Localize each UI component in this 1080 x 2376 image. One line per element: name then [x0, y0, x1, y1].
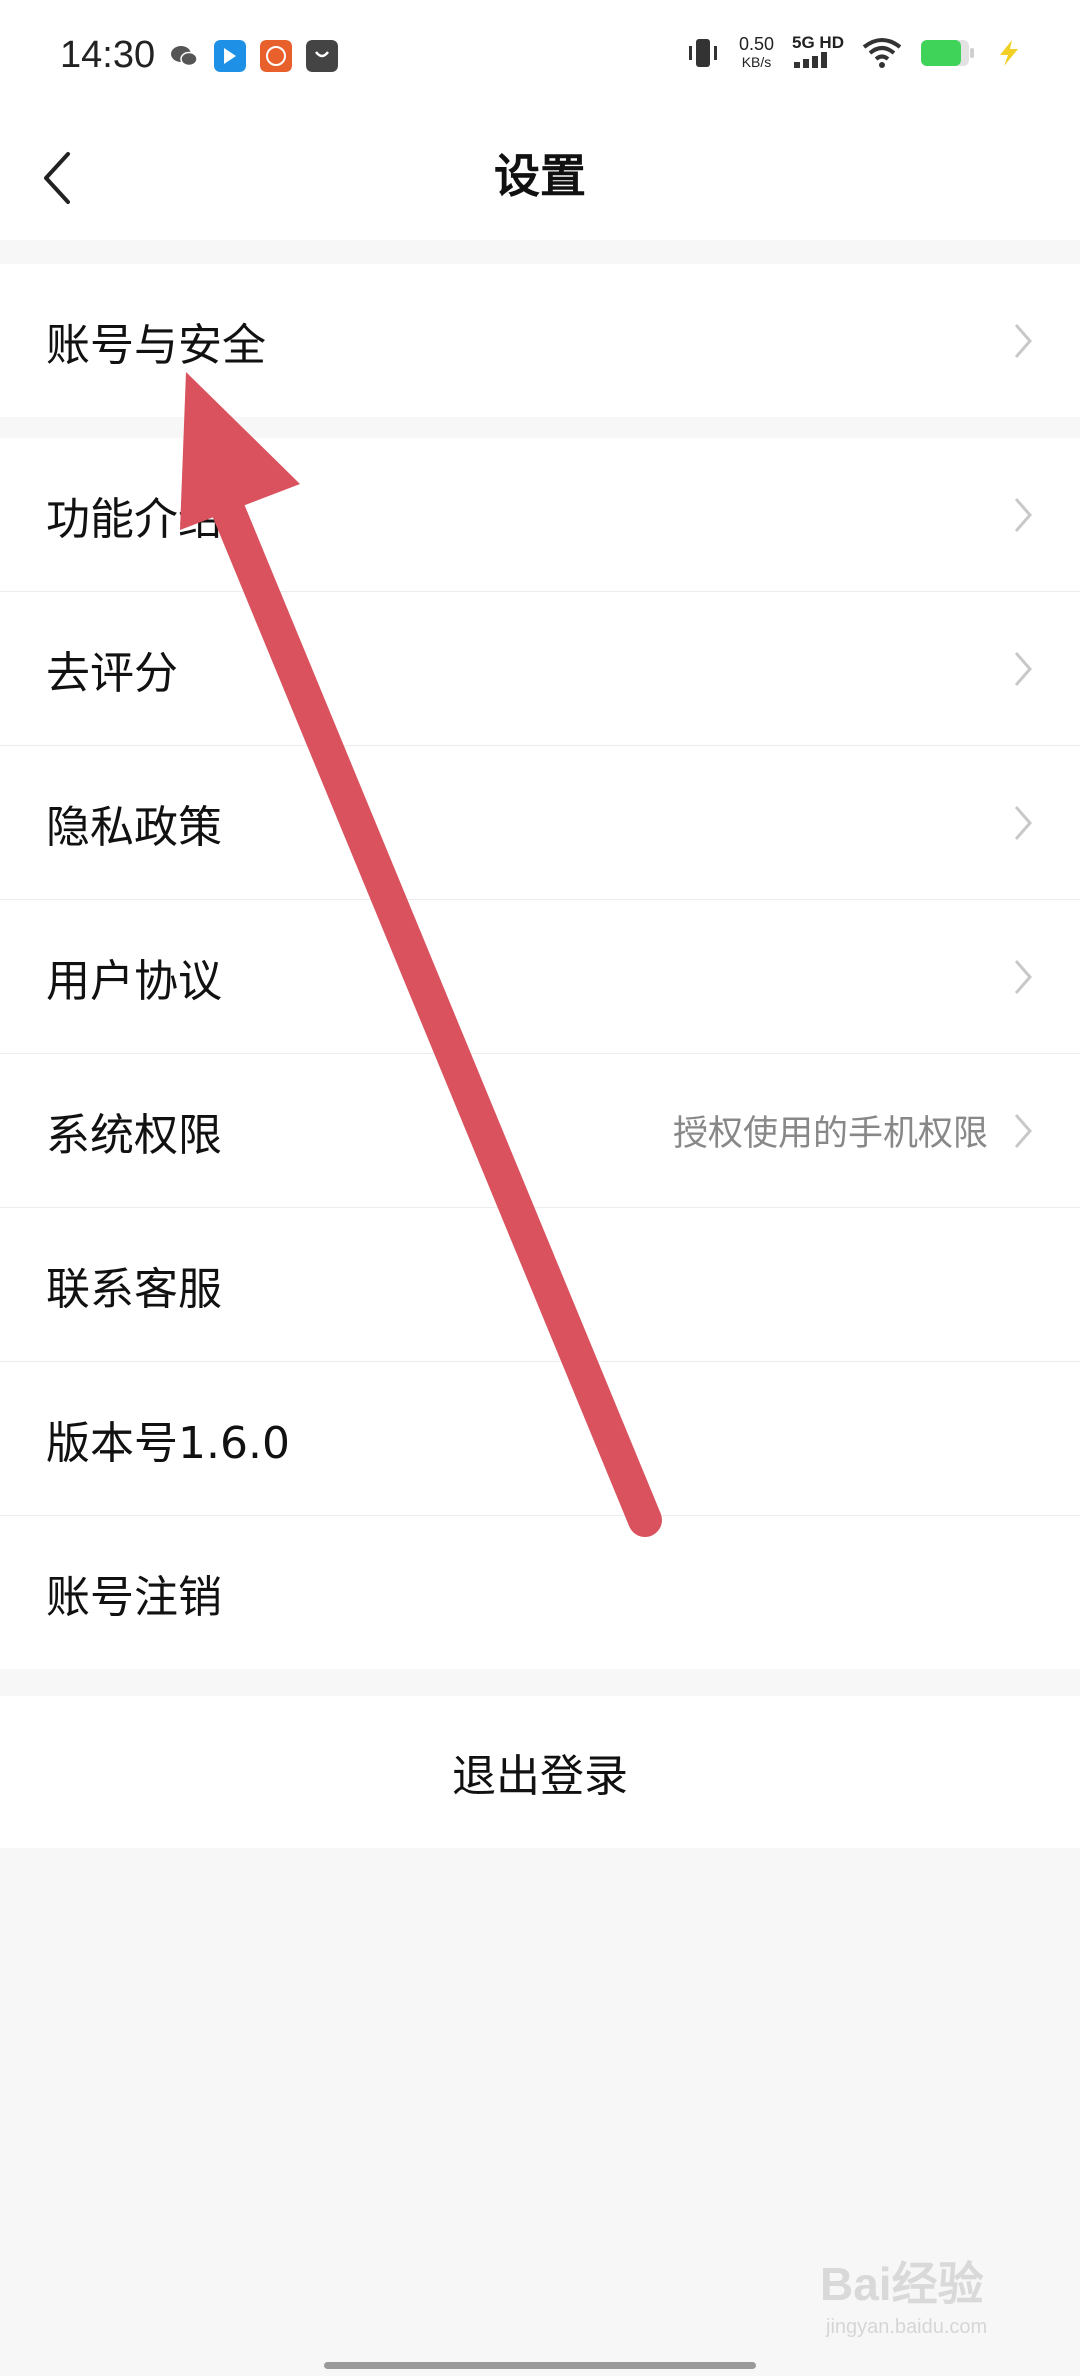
logout-label: 退出登录 — [452, 1751, 628, 1802]
taobao-icon — [260, 40, 292, 72]
signal-icon — [794, 52, 828, 68]
status-time: 14:30 — [60, 34, 156, 76]
battery-icon — [921, 40, 974, 66]
row-label: 版本号1.6.0 — [46, 1417, 290, 1469]
row-label: 隐私政策 — [46, 801, 222, 853]
row-label: 联系客服 — [46, 1263, 222, 1315]
charging-icon — [1000, 40, 1018, 66]
chevron-right-icon — [1014, 1113, 1032, 1148]
chevron-right-icon — [1014, 805, 1032, 840]
nav-bar: 设置 — [0, 110, 1080, 240]
row-label: 系统权限 — [46, 1109, 222, 1161]
home-indicator[interactable] — [324, 2362, 756, 2369]
status-bar: 14:30 0.50 KB/s 5G HD — [0, 0, 1080, 110]
row-label: 去评分 — [46, 647, 178, 699]
row-value: 授权使用的手机权限 — [672, 1114, 988, 1154]
settings-row-version: 版本号1.6.0 — [0, 1362, 1080, 1516]
settings-group-account: 账号与安全 — [0, 264, 1080, 417]
net-speed-value: 0.50 — [738, 34, 775, 54]
settings-group-main: 功能介绍 去评分 隐私政策 用户协议 系统权限 授权使用的手机权限 联系客服 版… — [0, 438, 1080, 1669]
system-icons: 0.50 KB/s 5G HD — [685, 34, 1024, 72]
logout-button[interactable]: 退出登录 — [0, 1696, 1080, 1848]
network-indicator: 5G HD — [792, 34, 844, 72]
notification-icons — [168, 40, 338, 72]
net-speed: 0.50 KB/s — [739, 35, 774, 71]
shopping-bag-icon — [306, 40, 338, 72]
settings-row-privacy-policy[interactable]: 隐私政策 — [0, 746, 1080, 900]
row-label: 用户协议 — [46, 955, 222, 1007]
settings-row-delete-account[interactable]: 账号注销 — [0, 1516, 1080, 1669]
network-label: 5G HD — [792, 33, 844, 52]
wechat-icon — [171, 46, 198, 67]
arrow-app-icon — [214, 40, 246, 72]
watermark-sub: jingyan.baidu.com — [826, 2316, 988, 2338]
row-label: 账号注销 — [46, 1571, 222, 1623]
wifi-icon — [862, 38, 902, 68]
baidu-jingyan-watermark: Bai经验 jingyan.baidu.com — [820, 2236, 1020, 2346]
net-speed-unit: KB/s — [741, 54, 772, 70]
chevron-right-icon — [1014, 651, 1032, 686]
settings-row-rate[interactable]: 去评分 — [0, 592, 1080, 746]
chevron-right-icon — [1014, 497, 1032, 532]
page-title: 设置 — [494, 149, 586, 203]
settings-row-system-permissions[interactable]: 系统权限 授权使用的手机权限 — [0, 1054, 1080, 1208]
vibrate-icon — [688, 39, 717, 67]
settings-row-account-security[interactable]: 账号与安全 — [0, 264, 1080, 417]
row-label: 功能介绍 — [46, 493, 222, 545]
chevron-right-icon — [1014, 959, 1032, 994]
settings-row-feature-intro[interactable]: 功能介绍 — [0, 438, 1080, 592]
watermark-text: Bai经验 — [820, 2258, 984, 2310]
row-label: 账号与安全 — [46, 319, 266, 371]
settings-row-user-agreement[interactable]: 用户协议 — [0, 900, 1080, 1054]
settings-row-contact-support[interactable]: 联系客服 — [0, 1208, 1080, 1362]
chevron-right-icon — [1014, 323, 1032, 358]
